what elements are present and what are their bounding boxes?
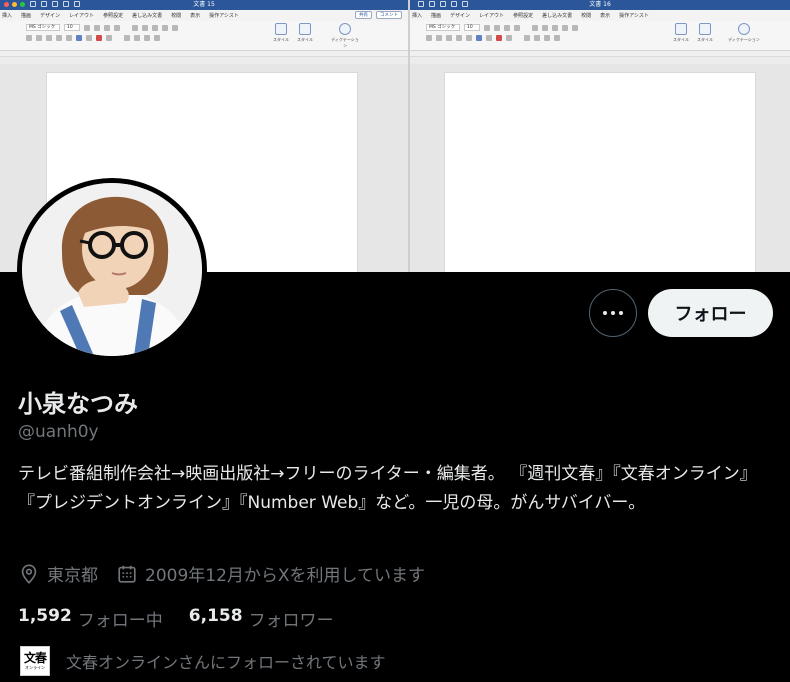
calendar-icon — [118, 565, 136, 583]
user-handle: @uanh0y — [18, 422, 99, 442]
avatar-illustration — [22, 183, 202, 356]
dictation-button: ディクテーション — [330, 23, 360, 49]
tab-review: 校閲 — [171, 13, 182, 19]
followed-by[interactable]: 文春 オンライン 文春オンラインさんにフォローされています — [20, 646, 386, 676]
avatar-photo — [22, 183, 202, 356]
style-window-button: スタイル — [296, 23, 314, 43]
ribbon: MS ゴシック 10 スタイル スタイル ディクテーション — [410, 21, 790, 51]
document-title: 文書 16 — [589, 1, 611, 8]
profile-meta: 東京都 2009年12月からXを利用しています — [18, 561, 443, 586]
tab-view: 表示 — [190, 13, 201, 19]
follower-avatar: 文春 オンライン — [20, 646, 50, 676]
title-bar: 文書 15 — [0, 0, 408, 10]
tab-draw: 描画 — [21, 13, 32, 19]
share-button: 共有 — [355, 11, 372, 19]
follow-stats: 1,592 フォロー中 6,158 フォロワー — [18, 606, 334, 631]
location-text: 東京都 — [47, 566, 98, 586]
font-size-box: 10 — [64, 24, 80, 31]
followed-by-text: 文春オンラインさんにフォローされています — [66, 653, 386, 672]
location: 東京都 — [18, 561, 98, 586]
styles-button: スタイル — [672, 23, 690, 43]
word-window-right: 文書 16 挿入 描画 デザイン レイアウト 参照設定 差し込み文書 校閲 表示… — [410, 0, 790, 272]
dictation-button: ディクテーション — [728, 23, 760, 43]
followers-count: 6,158 — [188, 606, 243, 626]
followers-label: フォロワー — [248, 611, 334, 631]
ribbon: MS ゴシック 10 スタイル スタイル ディクテーション — [0, 21, 408, 51]
ruler — [0, 51, 408, 57]
style-window-button: スタイル — [696, 23, 714, 43]
tab-view: 表示 — [600, 13, 611, 19]
profile-avatar[interactable] — [17, 178, 207, 361]
ruler — [410, 51, 790, 57]
follow-button[interactable]: フォロー — [648, 289, 773, 337]
following-label: フォロー中 — [77, 611, 163, 631]
comment-button: コメント — [376, 11, 402, 19]
tab-draw: 描画 — [431, 13, 442, 19]
tab-layout: レイアウト — [69, 13, 95, 19]
profile-bio: テレビ番組制作会社→映画出版社→フリーのライター・編集者。 『週刊文春』『文春オ… — [18, 464, 757, 513]
ribbon-tabs: 挿入 描画 デザイン レイアウト 参照設定 差し込み文書 校閲 表示 操作アシス… — [0, 10, 408, 21]
followers-link[interactable]: 6,158 フォロワー — [189, 606, 334, 631]
tab-tell-me: 操作アシスト — [209, 13, 239, 19]
join-date-text: 2009年12月からXを利用しています — [145, 566, 426, 586]
title-bar: 文書 16 — [410, 0, 790, 10]
font-name-box: MS ゴシック — [26, 24, 60, 31]
tab-design: デザイン — [40, 13, 61, 19]
more-horizontal-icon — [603, 311, 607, 315]
more-options-button[interactable] — [589, 289, 637, 337]
document-title: 文書 15 — [193, 1, 215, 8]
location-pin-icon — [21, 563, 37, 584]
tab-mailings: 差し込み文書 — [132, 13, 163, 19]
font-name-box: MS ゴシック — [426, 24, 460, 31]
tab-insert: 挿入 — [412, 13, 423, 19]
tab-layout: レイアウト — [479, 13, 505, 19]
following-link[interactable]: 1,592 フォロー中 — [18, 606, 163, 631]
following-count: 1,592 — [18, 606, 72, 626]
styles-button: スタイル — [272, 23, 290, 43]
tab-tell-me: 操作アシスト — [619, 13, 649, 19]
tab-mailings: 差し込み文書 — [542, 13, 573, 19]
tab-references: 参照設定 — [103, 13, 124, 19]
display-name: 小泉なつみ — [18, 390, 138, 418]
tab-references: 参照設定 — [513, 13, 534, 19]
tab-insert: 挿入 — [2, 13, 13, 19]
join-date: 2009年12月からXを利用しています — [116, 561, 425, 586]
ribbon-tabs: 挿入 描画 デザイン レイアウト 参照設定 差し込み文書 校閲 表示 操作アシス… — [410, 10, 790, 21]
document-canvas — [410, 64, 790, 272]
font-size-box: 10 — [464, 24, 480, 31]
document-page — [444, 72, 756, 272]
tab-design: デザイン — [450, 13, 471, 19]
tab-review: 校閲 — [581, 13, 592, 19]
